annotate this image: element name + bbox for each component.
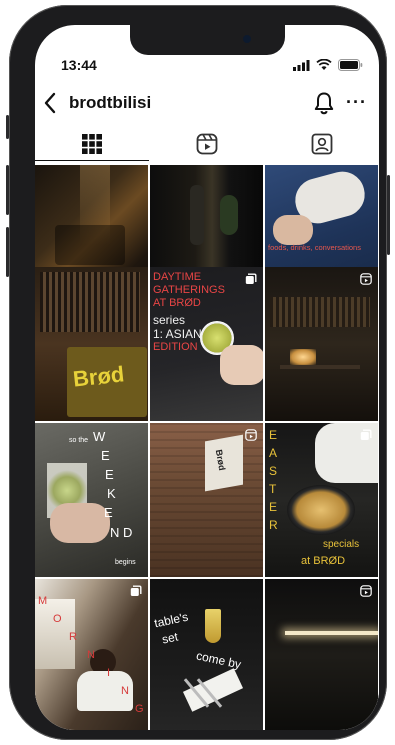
carousel-icon — [130, 585, 142, 596]
power-button — [387, 175, 390, 255]
sign-text: Brød — [71, 361, 126, 392]
glass-shape — [205, 609, 221, 643]
post-line: GATHERINGS — [153, 284, 225, 296]
post-letter: I — [107, 667, 111, 679]
tab-tagged[interactable] — [265, 129, 379, 159]
volume-up-button — [6, 165, 9, 215]
notch — [130, 25, 285, 55]
phone-frame: 13:44 brodtbilisi ··· foods, drinks, con… — [6, 5, 390, 740]
post-letter: E — [105, 467, 114, 482]
post-letter: R — [69, 631, 77, 643]
light-strip — [285, 631, 378, 635]
post-grid: foods, drinks, conversations Brød DAYTIM… — [35, 165, 379, 730]
post-letter: K — [107, 486, 116, 501]
reels-icon — [360, 585, 372, 597]
hand-shape — [273, 215, 313, 245]
post-letter: W — [93, 429, 106, 444]
post-word: begins — [115, 559, 136, 566]
reels-icon — [360, 273, 372, 285]
cellular-signal-icon — [293, 59, 310, 71]
profile-username: brodtbilisi — [69, 93, 152, 112]
post-letter: N — [87, 649, 95, 661]
tab-reels[interactable] — [150, 129, 264, 159]
post-tile[interactable]: table's set come by — [150, 579, 263, 730]
post-tile[interactable] — [265, 579, 378, 730]
reels-icon — [245, 429, 257, 441]
profile-tabs — [35, 129, 379, 161]
carousel-icon — [245, 273, 257, 284]
post-word: set — [160, 629, 180, 647]
post-tile[interactable]: so the W E E K E N D begins — [35, 423, 148, 577]
post-word: at BRØD — [301, 555, 346, 567]
camera — [243, 35, 251, 43]
reels-icon — [196, 133, 218, 155]
record-shelf — [40, 272, 140, 332]
more-options-icon[interactable]: ··· — [346, 92, 367, 113]
screen: 13:44 brodtbilisi ··· foods, drinks, con… — [35, 25, 379, 730]
person-silhouette — [190, 185, 204, 245]
post-letter: M — [38, 595, 48, 607]
back-arrow-icon[interactable] — [41, 91, 61, 115]
battery-icon — [338, 59, 363, 71]
post-letter: E — [101, 448, 110, 463]
hand-shape — [220, 345, 263, 385]
post-caption: foods, drinks, conversations — [268, 243, 361, 252]
post-line: 1: ASIAN — [153, 327, 202, 341]
post-tile[interactable]: Brød — [35, 267, 148, 421]
plant-shape — [220, 195, 238, 235]
shelf-shape — [270, 297, 370, 327]
post-word: so the — [69, 437, 89, 444]
profile-header: brodtbilisi ··· — [35, 87, 379, 121]
post-line: AT BRØD — [153, 297, 201, 309]
post-line: DAYTIME — [153, 271, 202, 283]
plate-shape — [287, 485, 355, 535]
table-shape — [55, 225, 125, 265]
post-tile[interactable]: M O R N I N G — [35, 579, 148, 730]
status-bar: 13:44 — [35, 55, 379, 77]
post-letter: E — [104, 505, 113, 520]
post-letter: T — [269, 482, 277, 496]
wifi-icon — [316, 59, 332, 70]
post-letter: S — [269, 464, 278, 478]
post-letter: A — [269, 446, 278, 460]
lamp-shape — [290, 349, 316, 365]
post-letter: R — [269, 518, 278, 532]
tab-grid[interactable] — [35, 129, 149, 161]
carousel-icon — [360, 429, 372, 440]
post-tile[interactable]: DAYTIME GATHERINGS AT BRØD series 1: ASI… — [150, 267, 263, 421]
post-letters: N D — [110, 525, 133, 540]
post-letter: G — [135, 703, 144, 715]
table-shape — [280, 365, 360, 369]
hand-shape — [50, 503, 110, 543]
post-letter: O — [53, 613, 62, 625]
notifications-bell-icon[interactable] — [313, 91, 335, 115]
post-line: series — [153, 313, 186, 327]
volume-down-button — [6, 227, 9, 277]
post-letter: N — [121, 685, 129, 697]
post-word: table's — [152, 609, 190, 631]
silent-switch — [6, 115, 9, 139]
post-tile[interactable]: E A S T E R specials at BRØD — [265, 423, 378, 577]
post-word: come by — [195, 648, 243, 672]
post-word: specials — [323, 539, 360, 550]
post-letter: E — [269, 500, 278, 514]
post-line: EDITION — [153, 341, 198, 353]
post-tile[interactable] — [265, 267, 378, 421]
post-letter: E — [269, 428, 278, 442]
tagged-person-icon — [311, 133, 333, 155]
grid-icon — [82, 134, 102, 154]
status-time: 13:44 — [61, 57, 97, 73]
post-tile[interactable]: Brød — [150, 423, 263, 577]
